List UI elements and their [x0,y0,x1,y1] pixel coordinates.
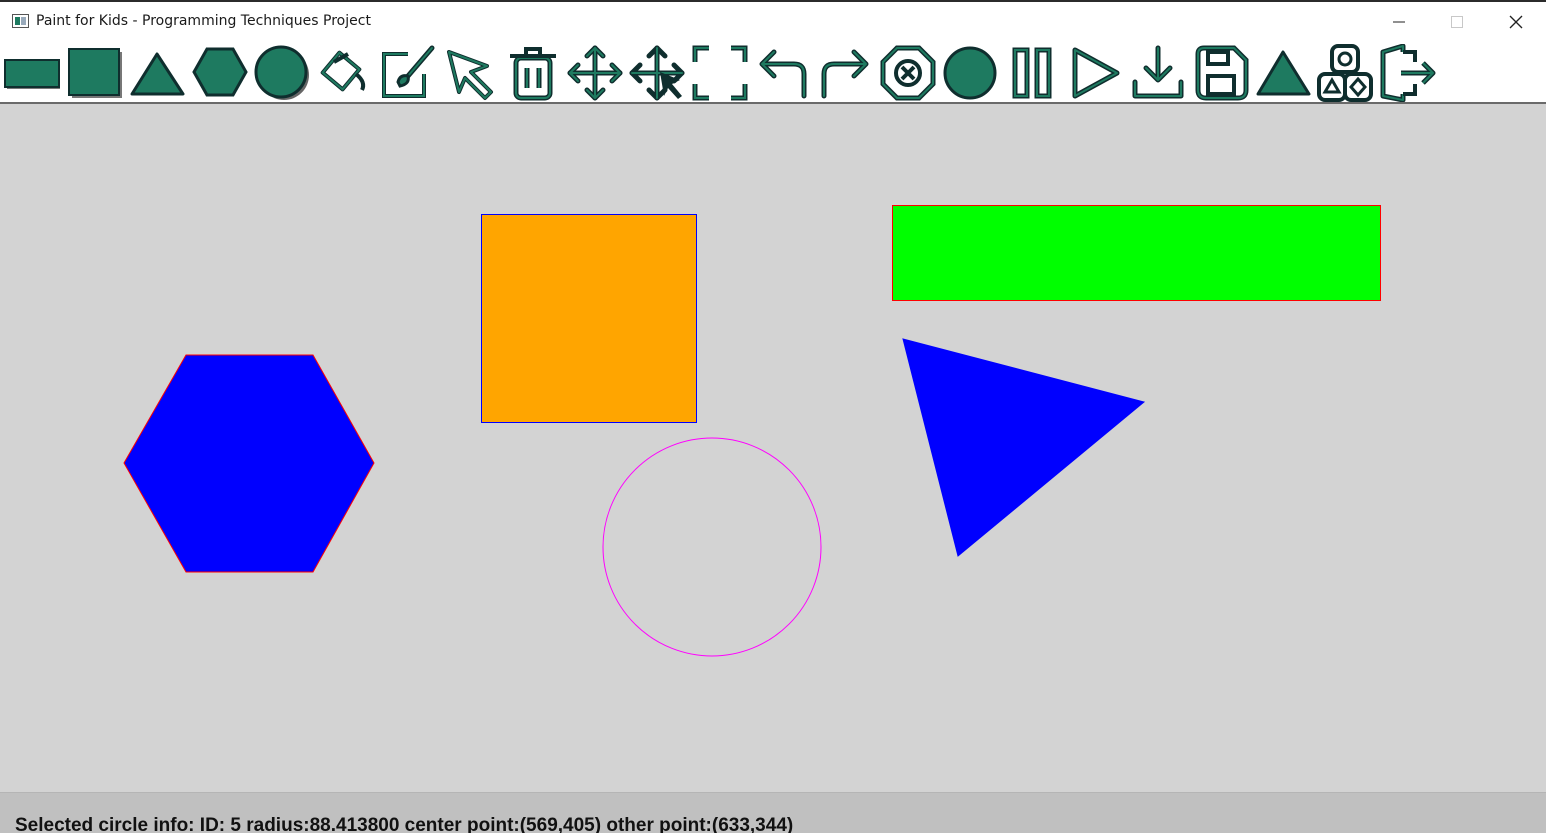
square-tool[interactable] [66,44,124,102]
title-bar: Paint for Kids - Programming Techniques … [0,0,1546,42]
minimize-button[interactable] [1370,2,1428,42]
maximize-icon [1451,16,1463,28]
play-icon [1072,47,1120,99]
circle-shape[interactable] [602,437,822,657]
pause-icon [1012,47,1052,99]
fill-color-tool[interactable] [316,44,374,102]
cursor-arrow-icon [447,50,493,100]
square-shape[interactable] [481,214,697,423]
exit-tool[interactable] [1379,44,1437,102]
brush-icon [382,45,435,98]
undo-icon [759,49,807,99]
floppy-disk-icon [1195,45,1249,101]
save-tool[interactable] [1192,44,1250,102]
undo-tool[interactable] [754,44,812,102]
maximize-button[interactable] [1428,2,1486,42]
trash-icon [510,47,556,101]
hexagon-icon [192,47,248,97]
drag-move-tool[interactable] [628,44,686,102]
circle-icon [254,45,309,100]
app-window: Paint for Kids - Programming Techniques … [0,0,1546,833]
rectangle-tool[interactable] [2,44,60,102]
window-title: Paint for Kids - Programming Techniques … [36,13,371,29]
shapes-icon [1317,44,1373,102]
exit-door-icon [1380,44,1436,102]
move-tool[interactable] [566,44,624,102]
move-cursor-icon [629,45,685,101]
select-tool[interactable] [441,44,499,102]
move-arrows-icon [567,45,623,101]
triangle-tool[interactable] [128,44,186,102]
rectangle-icon [4,59,60,89]
download-icon [1132,45,1184,99]
close-icon [1509,15,1523,29]
delete-tool[interactable] [504,44,562,102]
status-bar: Selected circle info: ID: 5 radius:88.41… [0,792,1546,833]
clear-all-tool[interactable] [879,44,937,102]
draw-color-tool[interactable] [378,44,436,102]
record-tool[interactable] [941,44,999,102]
load-tool[interactable] [1129,44,1187,102]
redo-icon [821,49,869,99]
stop-x-icon [880,45,936,101]
triangle-shape[interactable] [902,338,1146,557]
close-button[interactable] [1487,2,1545,42]
square-icon [68,48,122,98]
triangle-icon [130,52,185,96]
hexagon-shape[interactable] [123,354,375,573]
switch-mode-tool[interactable] [1254,44,1312,102]
resize-tool[interactable] [691,44,749,102]
pause-tool[interactable] [1004,44,1062,102]
paint-bucket-icon [320,50,366,92]
triangle-filled-icon [1256,50,1311,96]
circle-tool[interactable] [253,44,311,102]
resize-brackets-icon [692,45,748,101]
redo-tool[interactable] [816,44,874,102]
status-message: Selected circle info: ID: 5 radius:88.41… [15,815,794,833]
hexagon-tool[interactable] [190,44,248,102]
record-circle-icon [943,46,997,100]
app-icon [12,14,29,28]
shapes-game-tool[interactable] [1316,44,1374,102]
drawing-canvas[interactable] [0,104,1546,792]
minimize-icon [1393,21,1405,23]
rectangle-shape[interactable] [892,205,1381,301]
play-tool[interactable] [1067,44,1125,102]
